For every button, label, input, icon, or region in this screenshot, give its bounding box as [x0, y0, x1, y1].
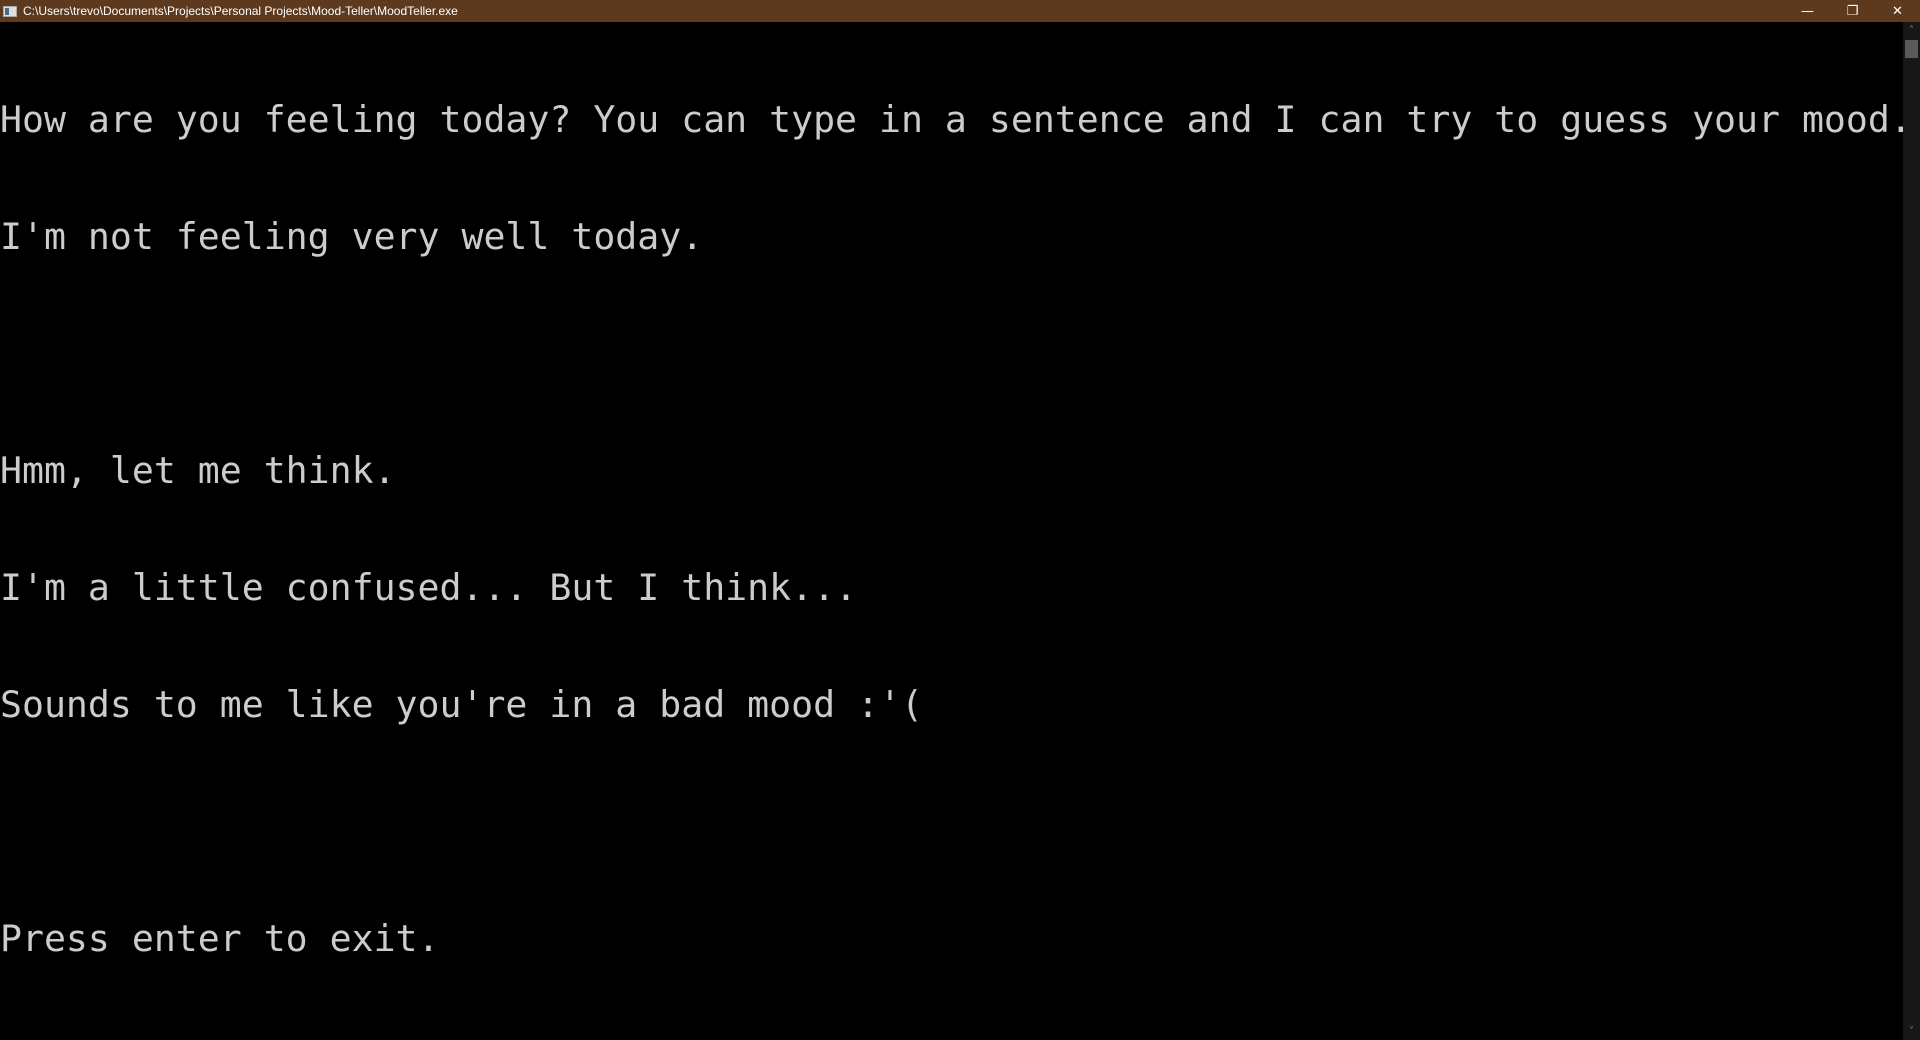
vertical-scrollbar[interactable]: ˄ ˅: [1903, 22, 1920, 1040]
close-button[interactable]: ✕: [1875, 0, 1920, 22]
console-output[interactable]: How are you feeling today? You can type …: [0, 22, 1912, 1040]
minimize-button[interactable]: —: [1785, 0, 1830, 22]
console-line: Press enter to exit.: [0, 917, 440, 960]
window-title: C:\Users\trevo\Documents\Projects\Person…: [23, 4, 458, 18]
scroll-thumb[interactable]: [1905, 40, 1918, 58]
console-line: Sounds to me like you're in a bad mood :…: [0, 683, 923, 726]
console-line: I'm a little confused... But I think...: [0, 566, 858, 609]
scroll-up-icon[interactable]: ˄: [1903, 22, 1920, 39]
restore-button[interactable]: ❐: [1830, 0, 1875, 22]
console-line: I'm not feeling very well today.: [0, 215, 704, 258]
console-line: Hmm, let me think.: [0, 449, 396, 492]
scroll-down-icon[interactable]: ˅: [1903, 1023, 1920, 1040]
title-bar[interactable]: C:\Users\trevo\Documents\Projects\Person…: [0, 0, 1920, 22]
window-controls: — ❐ ✕: [1785, 0, 1920, 22]
console-line: How are you feeling today? You can type …: [0, 98, 1912, 141]
console-app-icon[interactable]: [3, 5, 17, 17]
